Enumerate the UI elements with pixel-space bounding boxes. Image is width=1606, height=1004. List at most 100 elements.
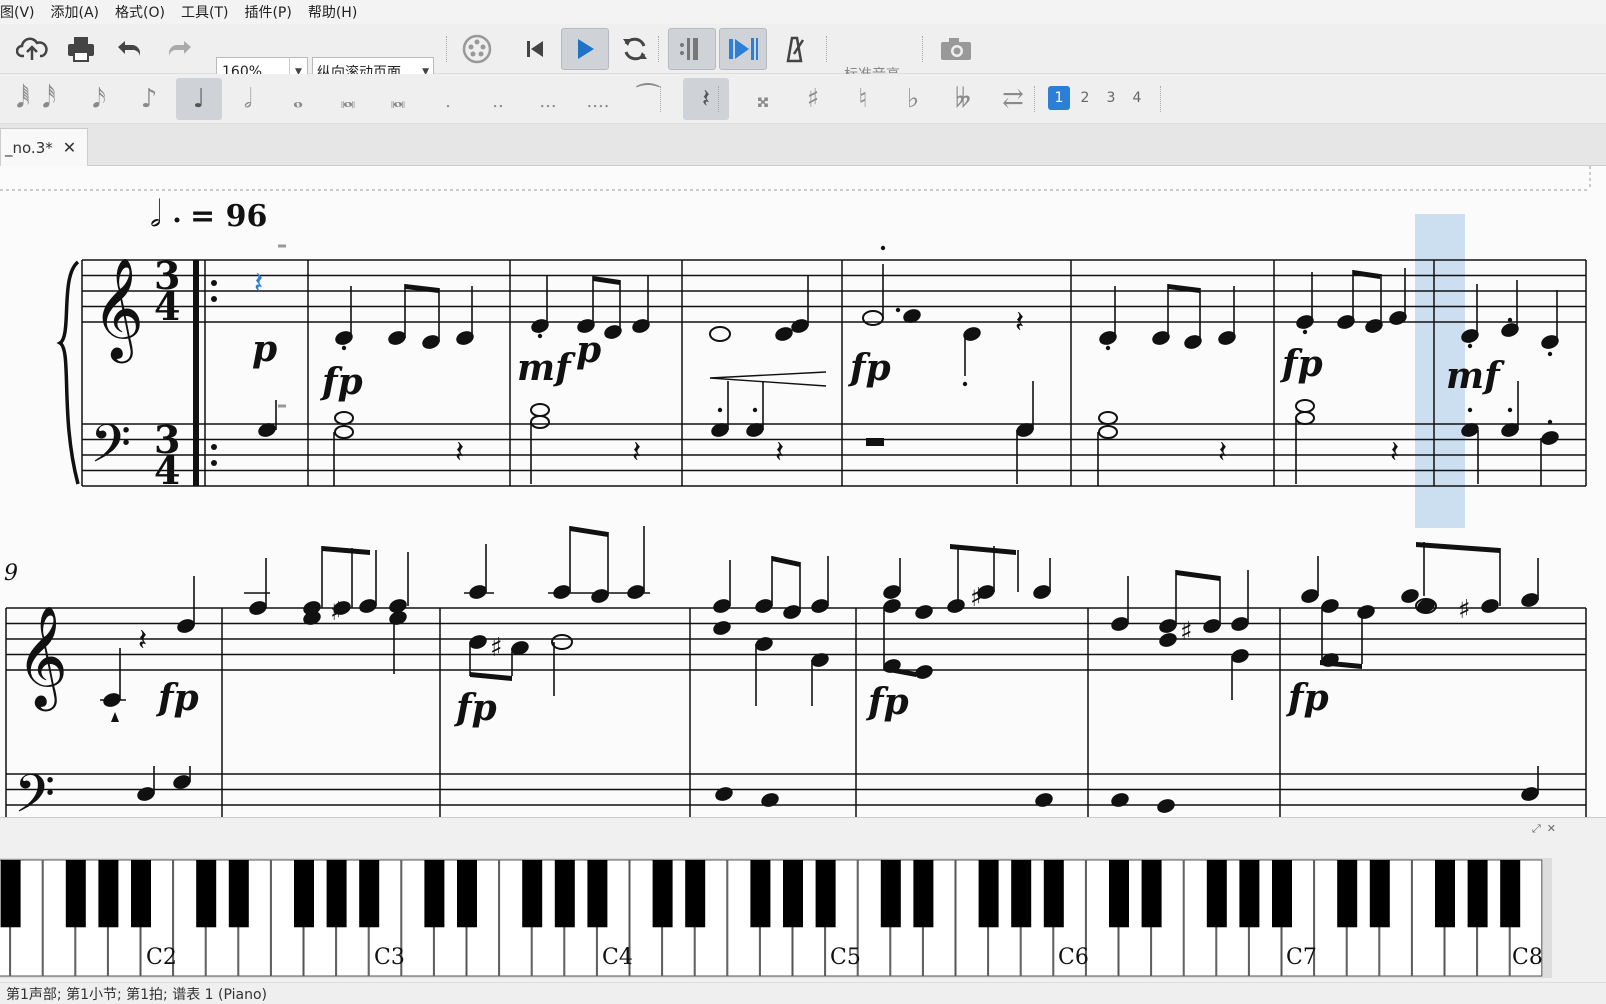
- float-icon[interactable]: ⤢: [1532, 822, 1541, 836]
- black-key[interactable]: [1467, 860, 1488, 928]
- staccato-dot: [962, 381, 968, 387]
- sharp-accidental: ♯: [490, 633, 503, 663]
- double-sharp-icon[interactable]: 𝄪: [740, 78, 786, 120]
- close-icon[interactable]: ✕: [1547, 822, 1556, 836]
- black-key[interactable]: [815, 860, 836, 928]
- voice-3-button[interactable]: 3: [1100, 86, 1122, 110]
- black-key[interactable]: [685, 860, 706, 928]
- dynamic-marking: mf: [1446, 355, 1505, 397]
- black-key[interactable]: [783, 860, 803, 928]
- quarter-note-icon[interactable]: ♩: [176, 78, 222, 120]
- triple-dot-icon[interactable]: ...: [525, 78, 571, 120]
- notehead: [755, 599, 773, 613]
- longa-icon[interactable]: 𝅜: [375, 78, 421, 120]
- black-key[interactable]: [1369, 860, 1390, 928]
- voice-4-button[interactable]: 4: [1126, 86, 1148, 110]
- black-key[interactable]: [196, 860, 217, 928]
- menu-plugins[interactable]: 插件(P): [236, 2, 299, 22]
- rewind-icon[interactable]: [517, 32, 553, 66]
- black-key[interactable]: [652, 860, 673, 928]
- toolbar-separator: [660, 86, 662, 112]
- pan-score-icon[interactable]: [719, 28, 767, 70]
- whole-note-icon[interactable]: 𝅝: [275, 78, 321, 120]
- 16th-note-icon[interactable]: 𝅘𝅥𝅯: [76, 78, 122, 120]
- black-key[interactable]: [978, 860, 999, 928]
- dot-icon[interactable]: .: [425, 78, 471, 120]
- breve-icon[interactable]: 𝅜: [325, 78, 371, 120]
- camera-icon[interactable]: [938, 32, 974, 66]
- voice-2-button[interactable]: 2: [1074, 86, 1096, 110]
- quadruple-dot-icon[interactable]: ....: [575, 78, 621, 120]
- voice-1-button[interactable]: 1: [1048, 86, 1070, 110]
- black-key[interactable]: [0, 860, 21, 928]
- black-key[interactable]: [554, 860, 575, 928]
- 32nd-note-icon[interactable]: 𝅘𝅥𝅰: [26, 78, 72, 120]
- time-signature-digit: 4: [154, 284, 180, 329]
- staccato-dot: [1507, 407, 1513, 413]
- double-flat-icon[interactable]: 𝄫: [940, 78, 986, 120]
- menu-format[interactable]: 格式(O): [107, 2, 173, 22]
- menu-help[interactable]: 帮助(H): [300, 2, 365, 22]
- menu-add[interactable]: 添加(A): [43, 2, 108, 22]
- black-key[interactable]: [98, 860, 119, 928]
- flip-direction-icon[interactable]: ⇄: [990, 78, 1036, 120]
- mixer-icon[interactable]: [459, 32, 495, 66]
- black-key[interactable]: [1500, 860, 1521, 928]
- undo-icon[interactable]: [112, 32, 148, 66]
- black-key[interactable]: [913, 860, 934, 928]
- piano-keyboard[interactable]: C2 C3 C4 C5 C6 C7 C8: [0, 818, 1606, 983]
- black-key[interactable]: [131, 860, 151, 928]
- play-repeats-icon[interactable]: [668, 28, 716, 70]
- menu-view[interactable]: 图(V): [0, 2, 43, 22]
- black-key[interactable]: [457, 860, 477, 928]
- black-key[interactable]: [522, 860, 543, 928]
- notehead: [1541, 431, 1559, 445]
- black-key[interactable]: [1272, 860, 1292, 928]
- black-key[interactable]: [1141, 860, 1162, 928]
- black-key[interactable]: [424, 860, 445, 928]
- natural-icon[interactable]: ♮: [840, 78, 886, 120]
- score-tab[interactable]: _no.3* ✕: [0, 128, 88, 166]
- close-icon[interactable]: ✕: [63, 138, 76, 157]
- rest-icon[interactable]: 𝄽: [683, 78, 729, 120]
- black-key[interactable]: [294, 860, 314, 928]
- beam: [1176, 570, 1220, 581]
- sharp-icon[interactable]: ♯: [790, 78, 836, 120]
- menu-tools[interactable]: 工具(T): [173, 2, 236, 22]
- time-signature-digit: 4: [154, 448, 180, 493]
- cloud-upload-icon[interactable]: [14, 32, 50, 66]
- black-key[interactable]: [65, 860, 86, 928]
- black-key[interactable]: [228, 860, 249, 928]
- black-key[interactable]: [1239, 860, 1260, 928]
- black-key[interactable]: [326, 860, 347, 928]
- black-key[interactable]: [1337, 860, 1358, 928]
- black-key[interactable]: [1206, 860, 1227, 928]
- beam: [950, 544, 1016, 555]
- tie-icon[interactable]: ⁀: [625, 78, 671, 120]
- black-key[interactable]: [359, 860, 380, 928]
- half-note-icon[interactable]: 𝅗𝅥: [225, 78, 271, 120]
- score-canvas[interactable]: 𝄞 𝄢 3 3 4 4 𝅗𝅥 = 96 𝄽 p fp 𝄽 mf p 𝄽 𝄽 fp 𝄽 𝄽 fp 𝄽 mf 9 𝄞 𝄢 𝄽 fp ♯ ♯ f…: [0, 166, 1606, 817]
- play-button[interactable]: [561, 28, 609, 70]
- flat-icon[interactable]: ♭: [890, 78, 936, 120]
- octave-label: C7: [1286, 945, 1317, 970]
- quarter-rest: 𝄽: [775, 435, 784, 470]
- black-key[interactable]: [1435, 860, 1455, 928]
- black-key[interactable]: [1109, 860, 1129, 928]
- black-key[interactable]: [880, 860, 901, 928]
- notehead: [1111, 793, 1129, 807]
- print-icon[interactable]: [63, 32, 99, 66]
- black-key[interactable]: [750, 860, 771, 928]
- double-dot-icon[interactable]: ..: [475, 78, 521, 120]
- black-key[interactable]: [1011, 860, 1032, 928]
- notehead: [783, 605, 801, 619]
- eighth-note-icon[interactable]: ♪: [126, 78, 172, 120]
- loop-icon[interactable]: [617, 32, 653, 66]
- black-key[interactable]: [587, 860, 608, 928]
- notehead: [553, 585, 571, 599]
- redo-icon[interactable]: [161, 32, 197, 66]
- metronome-icon[interactable]: [776, 32, 812, 66]
- score-tab-bar: _no.3* ✕: [0, 124, 1606, 166]
- notehead: [883, 585, 901, 599]
- black-key[interactable]: [1043, 860, 1064, 928]
